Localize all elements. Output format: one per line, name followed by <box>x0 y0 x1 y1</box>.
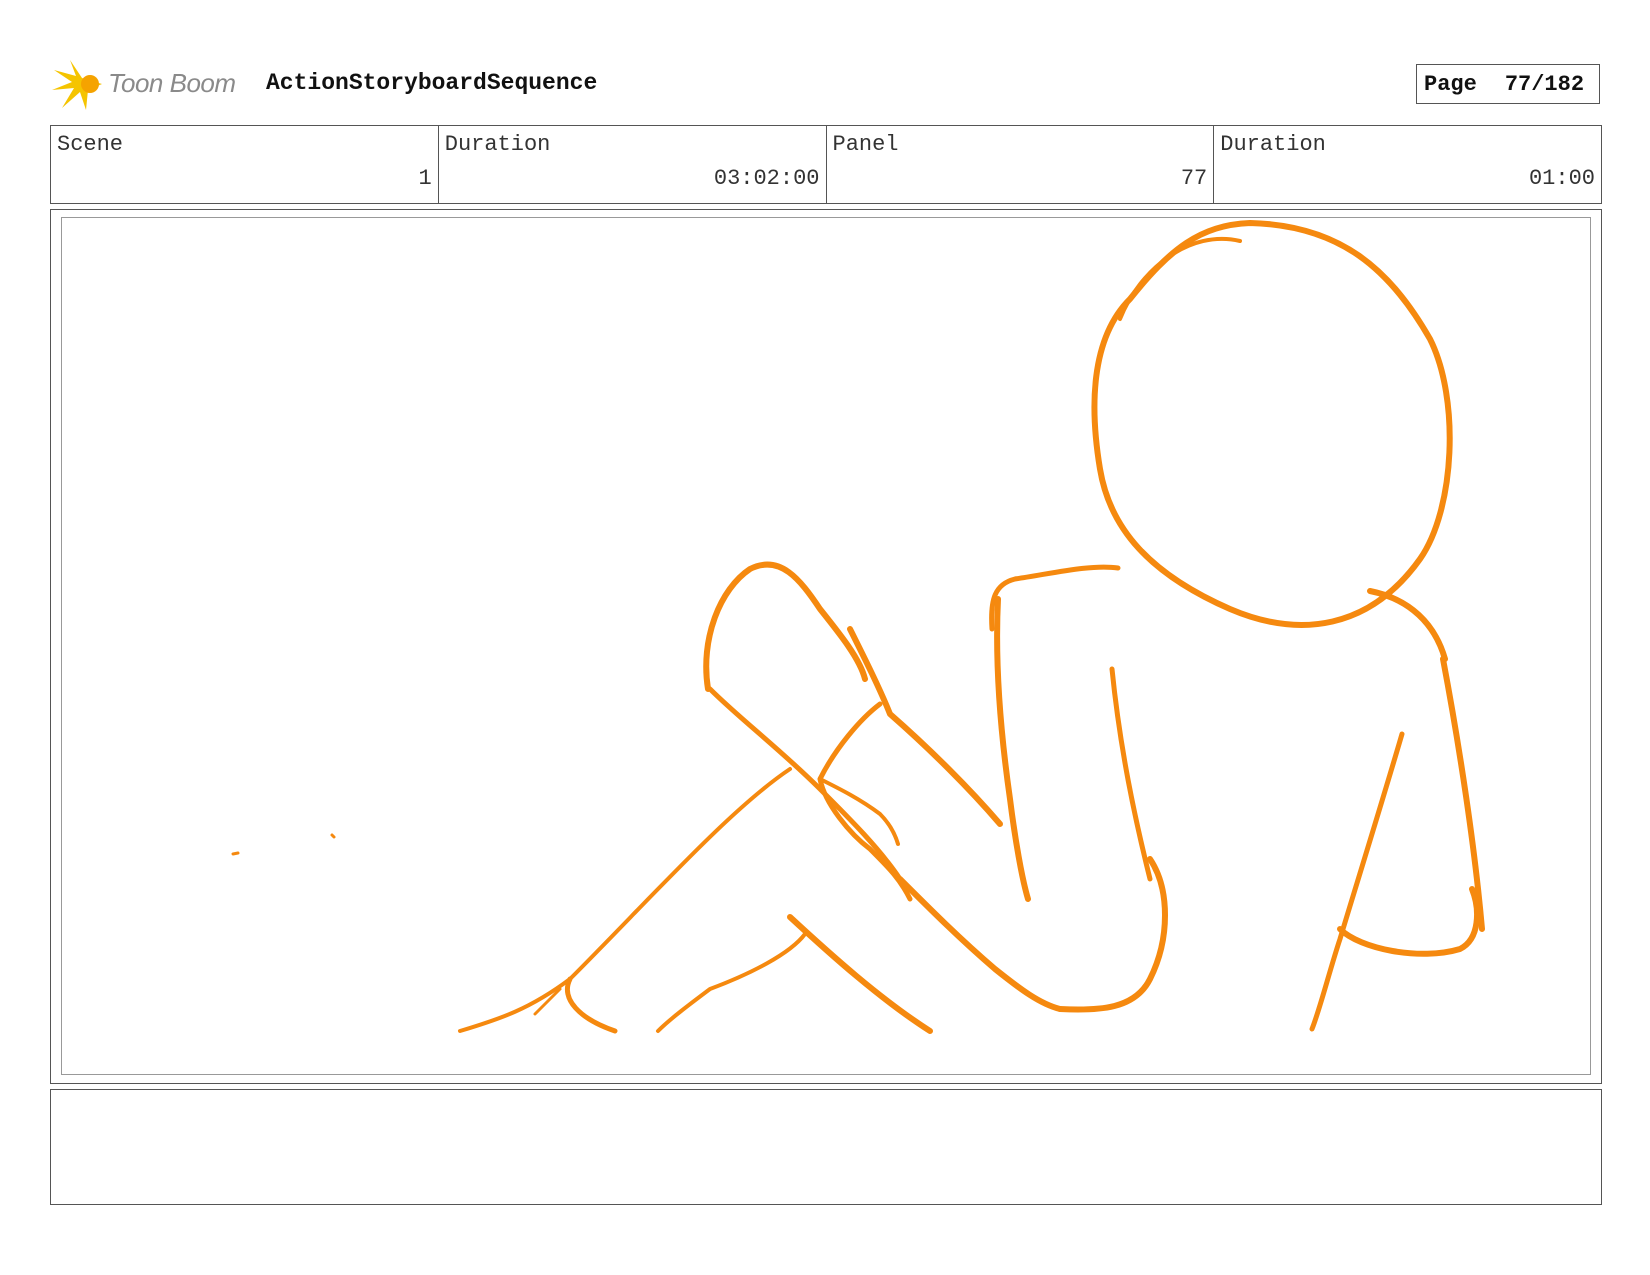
panel-info-row: Scene 1 Duration 03:02:00 Panel 77 Durat… <box>50 125 1602 204</box>
sketch-knee-curve <box>818 777 900 846</box>
sketch-head <box>1091 220 1453 628</box>
page-number: 77/182 <box>1504 71 1585 97</box>
sketch-knee-upper <box>703 561 868 692</box>
sketch-foot <box>564 976 618 1034</box>
panel-cell: Panel 77 <box>827 126 1215 203</box>
sketch-shin <box>458 767 792 1033</box>
sketch-mark-1 <box>231 851 240 856</box>
panel-value: 77 <box>1180 166 1208 191</box>
storyboard-sketch <box>231 220 1485 1034</box>
toon-boom-logo: Toon Boom <box>52 56 252 112</box>
panel-duration-label: Duration <box>1220 132 1326 157</box>
scene-duration-label: Duration <box>444 132 551 157</box>
panel-label: Panel <box>832 132 899 157</box>
sketch-torso-left <box>994 596 1031 902</box>
sketch-thigh-lower <box>897 876 1063 1012</box>
scene-duration-value: 03:02:00 <box>713 166 820 191</box>
sketch-right-arm <box>1309 731 1405 1032</box>
page-label: Page <box>1424 71 1477 97</box>
sketch-hip <box>1057 856 1168 1013</box>
panel-duration-value: 01:00 <box>1528 166 1595 191</box>
document-title: ActionStoryboardSequence <box>266 70 598 96</box>
sketch-forearm <box>847 626 1003 827</box>
logo-text: Toon Boom <box>108 68 236 98</box>
sketch-back-right <box>1440 656 1485 932</box>
sketch-mark-2 <box>330 833 336 839</box>
sketch-torso-inner <box>1109 666 1153 882</box>
scene-value: 1 <box>418 166 432 191</box>
scene-duration-cell: Duration 03:02:00 <box>439 126 827 203</box>
sketch-shoulder-left <box>989 564 1121 632</box>
panel-duration-cell: Duration 01:00 <box>1214 126 1601 203</box>
panel-notes-box <box>50 1089 1602 1205</box>
scene-cell: Scene 1 <box>51 126 439 203</box>
sketch-leg-calf <box>656 932 807 1033</box>
sketch-right-hand <box>1337 886 1480 957</box>
scene-label: Scene <box>57 132 124 157</box>
page-indicator: Page 77/182 <box>1416 64 1600 104</box>
sketch-head-inner <box>1118 236 1242 321</box>
star-burst-icon <box>52 60 102 110</box>
sketch-leg-lower <box>787 914 933 1034</box>
